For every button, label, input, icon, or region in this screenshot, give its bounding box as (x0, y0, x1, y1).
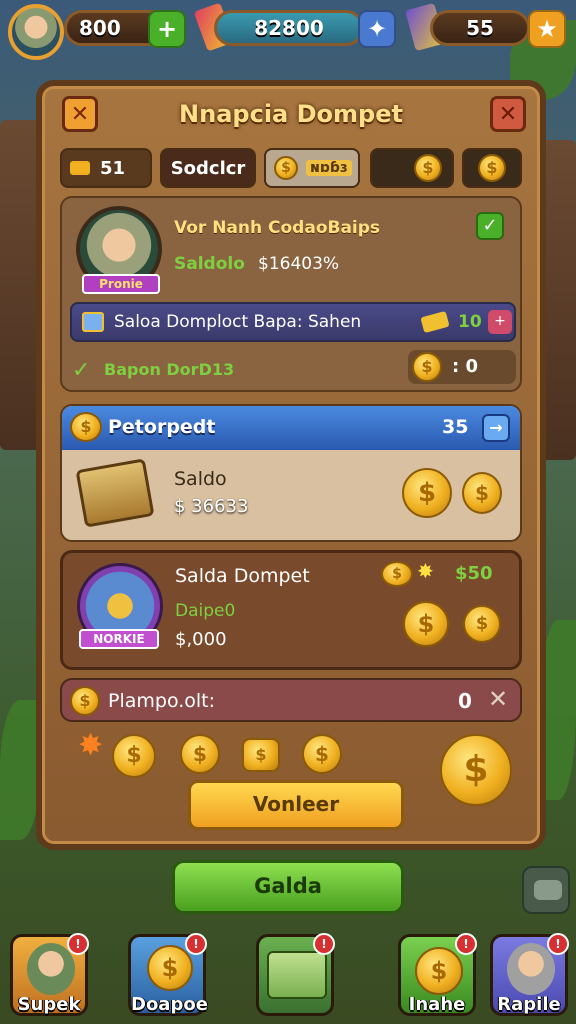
section2-title: Salda Dompet (175, 565, 310, 587)
hero-portrait-icon (27, 943, 75, 995)
nav-supek[interactable]: ! Supek (10, 933, 89, 1016)
section2-sub-value: $,000 (175, 629, 227, 650)
check-icon: ✓ (72, 358, 91, 383)
nav-rapile[interactable]: ! Rapile (490, 933, 569, 1016)
info-bar-value: 10 (458, 312, 482, 332)
gold-bar-icon (420, 310, 450, 334)
profile-link-field: $ : 0 (408, 350, 516, 384)
background-house-left (0, 120, 40, 450)
info-bar-text: Saloa Domploct Bapa: Sahen (114, 312, 362, 332)
cash-stack-icon (267, 951, 327, 999)
nav-doapoe[interactable]: $ ! Doapoe (128, 933, 208, 1016)
section-header: $ Petorpedt 35 → (62, 406, 520, 450)
add-gems-button[interactable]: ✦ (358, 10, 396, 48)
player-avatar[interactable] (8, 4, 64, 60)
section1-saldo-value: $ 36633 (174, 496, 249, 517)
coin-icon: $ (462, 472, 502, 514)
coin-icon: $ (112, 734, 156, 778)
profile-info-bar[interactable]: Saloa Domploct Bapa: Sahen 10 + (70, 302, 516, 342)
coin-icon: $ (412, 352, 442, 382)
plampo-label: Plampo.olt: (108, 690, 216, 712)
tab-coin-a[interactable]: $ (370, 148, 454, 188)
tab-gold-label: 51 (100, 157, 126, 179)
chat-button[interactable] (522, 866, 570, 914)
section2-reward: $50 (455, 563, 493, 584)
spark-icon: ✸ (78, 728, 104, 763)
vanleer-button[interactable]: Vonleer (188, 780, 404, 830)
verified-check-icon: ✓ (476, 212, 504, 240)
ticket-icon (82, 312, 104, 332)
background-leaf (0, 700, 40, 840)
coin-icon: $ (274, 156, 298, 180)
coin-icon: $ (403, 601, 449, 647)
coin-icon: $ (415, 947, 463, 995)
wallet-panel: ✕ Nnapcia Dompet ✕ 51 Sodclcr $ ɴɒɓɜ $ $… (36, 80, 546, 850)
star-value: 55 (466, 16, 494, 40)
panel-title: Nnapcia Dompet (179, 100, 403, 128)
coin-icon: $ (180, 734, 220, 774)
arrow-right-icon[interactable]: → (482, 414, 510, 442)
salda-dompet-section: NORKIE Salda Dompet $ ✸ $50 Daipe0 $,000… (60, 550, 522, 670)
notification-badge: ! (455, 933, 477, 955)
tab-coin-b[interactable]: $ (462, 148, 522, 188)
coin-icon: $ (70, 686, 100, 716)
profile-saldo-label: Saldolo (174, 254, 245, 274)
coin-stack-icon: $ (381, 561, 413, 587)
profile-card: Pronie Vor Nanh CodaoBaips ✓ Saldolo $16… (60, 196, 522, 392)
profile-name: Vor Nanh CodaoBaips (174, 218, 381, 238)
gem-counter: 82800 (214, 10, 364, 46)
section1-saldo-label: Saldo (174, 468, 227, 490)
hero-portrait-icon (507, 943, 555, 995)
coin-stack-icon: $ (242, 738, 280, 772)
nav-supek-label: Supek (17, 994, 81, 1015)
coin-stack-icon: $ (70, 412, 102, 442)
notification-badge: ! (313, 933, 335, 955)
add-button[interactable]: + (488, 310, 512, 334)
profile-saldo-value: $16403% (258, 254, 340, 274)
profile-link-value: : 0 (452, 356, 478, 377)
tab-sodclcr[interactable]: Sodclcr (160, 148, 256, 188)
nav-cash[interactable]: ! (256, 933, 335, 1016)
tab-coins[interactable]: $ ɴɒɓɜ (264, 148, 360, 188)
top-bar: 800 + 82800 ✦ 55 ★ (0, 0, 576, 62)
coin-icon: $ (463, 605, 501, 643)
star-counter: 55 (430, 10, 530, 46)
clear-icon[interactable]: ✕ (488, 685, 508, 713)
section-header-title: Petorpedt (108, 416, 216, 438)
tab-coins-label: ɴɒɓɜ (306, 160, 352, 176)
plampo-row: $ Plampo.olt: 0 ✕ (60, 678, 522, 722)
big-coin-icon: $ (440, 734, 512, 806)
notification-badge: ! (67, 933, 89, 955)
add-stars-button[interactable]: ★ (528, 10, 566, 48)
gem-value: 82800 (254, 16, 324, 40)
section-header-value: 35 (442, 416, 469, 438)
nav-doapoe-label: Doapoe (131, 994, 208, 1015)
spark-icon: ✸ (417, 559, 434, 583)
gold-bar-icon (70, 161, 90, 175)
cash-box-icon (75, 458, 155, 528)
notification-badge: ! (185, 933, 207, 955)
section2-sub-label: Daipe0 (175, 601, 236, 621)
nav-inahe[interactable]: $ ! Inahe (398, 933, 477, 1016)
plampo-value: 0 (458, 689, 472, 713)
profile-link[interactable]: Bapon DorD13 (104, 360, 234, 379)
notification-badge: ! (547, 933, 569, 955)
tab-sodclcr-label: Sodclcr (170, 157, 246, 179)
coin-icon: $ (414, 154, 442, 182)
nav-rapile-label: Rapile (497, 994, 561, 1015)
tab-gold[interactable]: 51 (60, 148, 152, 188)
galda-button[interactable]: Galda (172, 860, 404, 914)
coin-icon: $ (402, 468, 452, 518)
nav-inahe-label: Inahe (408, 994, 466, 1015)
close-button[interactable]: ✕ (490, 96, 526, 132)
profile-ribbon: Pronie (82, 274, 160, 294)
saldo-section: $ Petorpedt 35 → Saldo $ 36633 $ $ (60, 404, 522, 542)
level-value: 800 (79, 16, 121, 40)
coin-icon: $ (478, 154, 506, 182)
add-level-button[interactable]: + (148, 10, 186, 48)
coin-icon: $ (147, 945, 193, 991)
coin-icon: $ (302, 734, 342, 774)
norkie-badge: NORKIE (79, 629, 159, 649)
chat-icon (534, 880, 562, 900)
